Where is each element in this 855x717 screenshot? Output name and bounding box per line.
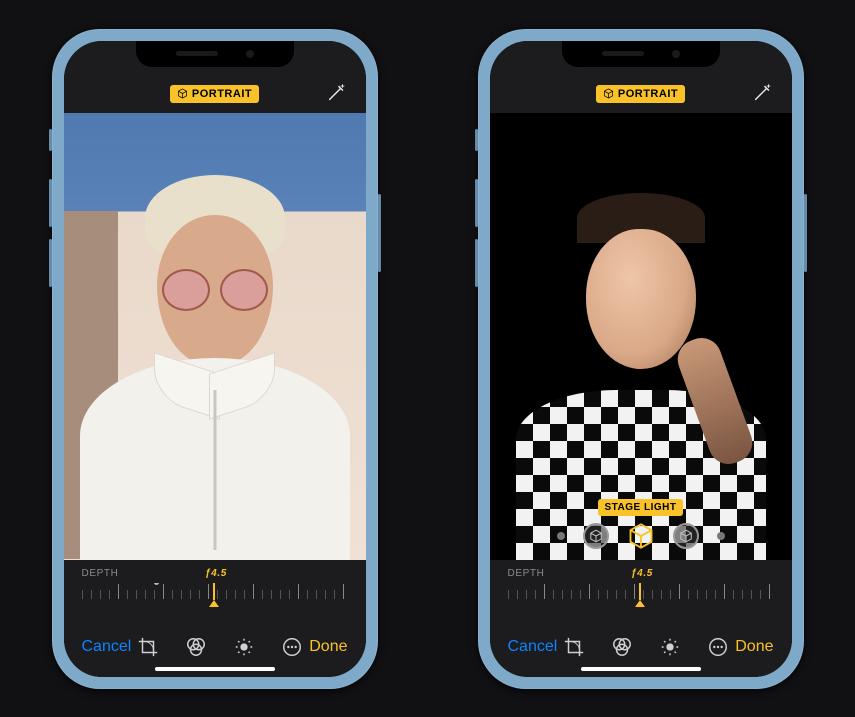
depth-panel: DEPTH ƒ4.5: [490, 560, 792, 617]
lighting-option-selected[interactable]: [627, 522, 655, 550]
depth-slider[interactable]: [508, 583, 774, 613]
lighting-option-next[interactable]: [673, 523, 699, 549]
notch: [136, 41, 294, 67]
depth-value: ƒ4.5: [205, 568, 227, 579]
editor-bottom-bar: Cancel Done: [490, 617, 792, 677]
notch: [562, 41, 720, 67]
adjust-icon: [233, 636, 255, 658]
depth-original-marker: [154, 583, 159, 585]
cancel-button[interactable]: Cancel: [82, 638, 132, 656]
cube-icon: [603, 88, 614, 99]
screen: PORTRAIT STAGE LIGHT: [490, 41, 792, 677]
lighting-option-far-left[interactable]: [557, 532, 565, 540]
photo-preview[interactable]: [64, 113, 366, 560]
cube-icon: [589, 529, 603, 543]
wand-icon: [326, 81, 348, 103]
depth-caret-icon: [635, 600, 645, 607]
portrait-badge[interactable]: PORTRAIT: [170, 85, 259, 103]
depth-label: DEPTH: [82, 568, 119, 579]
depth-current-marker: [639, 583, 641, 600]
portrait-badge-label: PORTRAIT: [618, 88, 678, 100]
adjust-icon: [659, 636, 681, 658]
screen: PORTRAIT DEPTH ƒ4.5: [64, 41, 366, 677]
crop-button[interactable]: [137, 636, 159, 658]
more-icon: [707, 636, 729, 658]
lighting-option-prev[interactable]: [583, 523, 609, 549]
filters-icon: [185, 636, 207, 658]
power-button[interactable]: [804, 194, 807, 272]
home-indicator[interactable]: [581, 667, 701, 671]
photo-preview[interactable]: STAGE LIGHT: [490, 113, 792, 560]
cube-icon: [679, 529, 693, 543]
more-icon: [281, 636, 303, 658]
depth-label: DEPTH: [508, 568, 545, 579]
lighting-mode-label: STAGE LIGHT: [598, 499, 684, 516]
cube-icon: [177, 88, 188, 99]
portrait-badge[interactable]: PORTRAIT: [596, 85, 685, 103]
lighting-picker[interactable]: STAGE LIGHT: [490, 499, 792, 550]
crop-button[interactable]: [563, 636, 585, 658]
crop-icon: [137, 636, 159, 658]
phone-left: PORTRAIT DEPTH ƒ4.5: [52, 29, 378, 689]
volume-up-button[interactable]: [49, 179, 52, 227]
editor-bottom-bar: Cancel Done: [64, 617, 366, 677]
auto-enhance-button[interactable]: [752, 81, 774, 103]
depth-caret-icon: [209, 600, 219, 607]
filters-button[interactable]: [611, 636, 633, 658]
volume-down-button[interactable]: [49, 239, 52, 287]
filters-icon: [611, 636, 633, 658]
cancel-button[interactable]: Cancel: [508, 638, 558, 656]
filters-button[interactable]: [185, 636, 207, 658]
done-button[interactable]: Done: [309, 638, 347, 656]
depth-slider[interactable]: [82, 583, 348, 613]
cube-icon: [627, 522, 655, 550]
more-button[interactable]: [707, 636, 729, 658]
portrait-badge-label: PORTRAIT: [192, 88, 252, 100]
phone-right: PORTRAIT STAGE LIGHT: [478, 29, 804, 689]
crop-icon: [563, 636, 585, 658]
depth-current-marker: [213, 583, 215, 600]
depth-panel: DEPTH ƒ4.5: [64, 560, 366, 617]
power-button[interactable]: [378, 194, 381, 272]
auto-enhance-button[interactable]: [326, 81, 348, 103]
lighting-option-far-right[interactable]: [717, 532, 725, 540]
done-button[interactable]: Done: [735, 638, 773, 656]
adjust-button[interactable]: [233, 636, 255, 658]
depth-value: ƒ4.5: [631, 568, 653, 579]
wand-icon: [752, 81, 774, 103]
silent-switch[interactable]: [475, 129, 478, 151]
adjust-button[interactable]: [659, 636, 681, 658]
silent-switch[interactable]: [49, 129, 52, 151]
volume-up-button[interactable]: [475, 179, 478, 227]
more-button[interactable]: [281, 636, 303, 658]
volume-down-button[interactable]: [475, 239, 478, 287]
home-indicator[interactable]: [155, 667, 275, 671]
